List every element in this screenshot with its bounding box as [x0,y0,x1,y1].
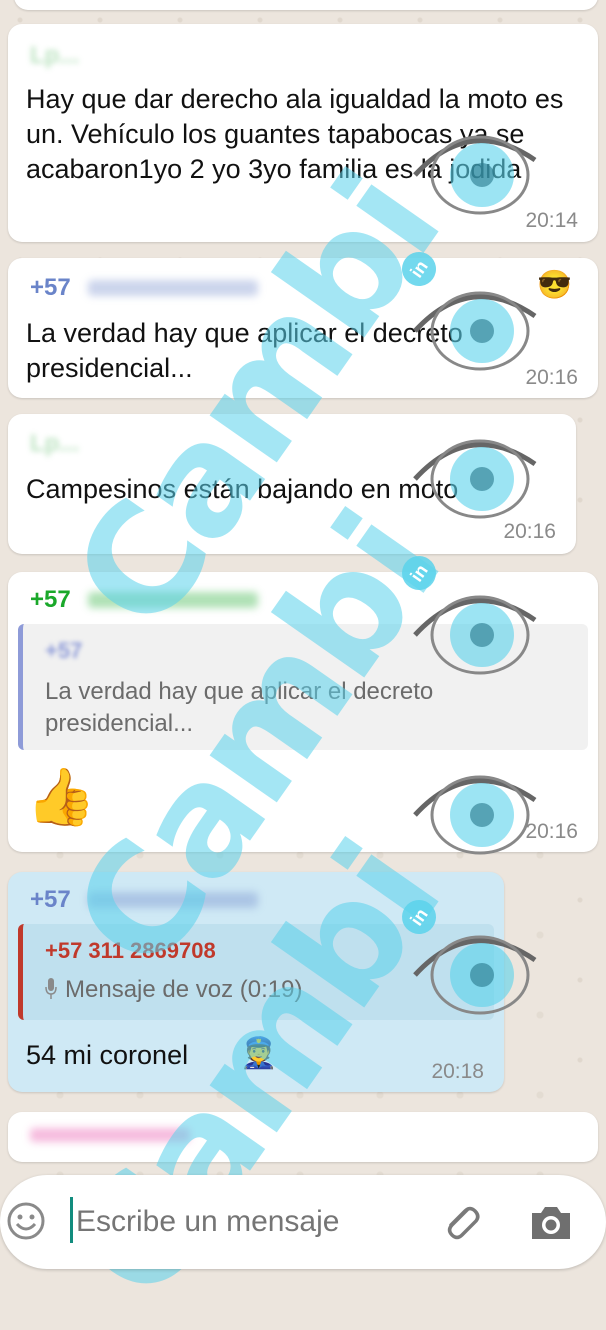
message-input[interactable] [74,1193,418,1251]
thumbs-up-emoji: 👍 [26,765,96,828]
partial-message-bubble-bottom [8,1112,598,1162]
sender-redacted [88,280,258,296]
sender-redacted [88,592,258,608]
message-time: 20:16 [525,820,578,843]
message-sender: +57 [30,274,71,301]
text-cursor [70,1197,73,1243]
attachment-icon[interactable] [438,1199,484,1245]
message-time: 20:14 [525,209,578,232]
police-officer-emoji: 👮 [240,1037,278,1070]
quoted-sender: +57 311 2869708 [45,938,216,963]
message-text: 54 mi coronel [26,1040,189,1070]
message-text: La verdad hay que aplicar el decreto pre… [26,318,463,383]
message-time: 20:16 [503,520,556,543]
message-sender: Lp... [30,42,80,69]
quoted-text: La verdad hay que aplicar el decreto pre… [45,678,434,737]
message-time: 20:18 [431,1060,484,1083]
message-text: Hay que dar derecho ala igualdad la moto… [26,84,564,184]
message-sender: Lp... [30,430,80,457]
profile-emoji: 😎 [537,269,572,300]
camera-icon[interactable] [528,1201,574,1243]
message-time: 20:16 [525,366,578,389]
sender-redacted [30,1128,190,1142]
message-bubble[interactable]: Lp... Hay que dar derecho ala igualdad l… [8,24,598,242]
message-sender: +57 [30,886,71,913]
quoted-message[interactable]: +57 La verdad hay que aplicar el decreto… [18,624,588,750]
quoted-message[interactable]: +57 311 2869708 Mensaje de voz (0:19) [18,924,494,1020]
message-sender: +57 [30,586,71,613]
message-bubble[interactable]: +57 +57 La verdad hay que aplicar el dec… [8,572,598,852]
quoted-sender: +57 [45,638,83,663]
partial-message-bubble-top [14,0,598,10]
sender-redacted [88,892,258,908]
quoted-text: Mensaje de voz (0:19) [65,976,303,1003]
message-text: Campesinos están bajando en moto [26,474,459,504]
message-bubble[interactable]: +57 😎 La verdad hay que aplicar el decre… [8,258,598,398]
microphone-icon [45,978,57,1000]
message-bubble[interactable]: Lp... Campesinos están bajando en moto 2… [8,414,576,554]
message-input-bar [0,1175,606,1269]
emoji-icon[interactable] [6,1201,46,1241]
